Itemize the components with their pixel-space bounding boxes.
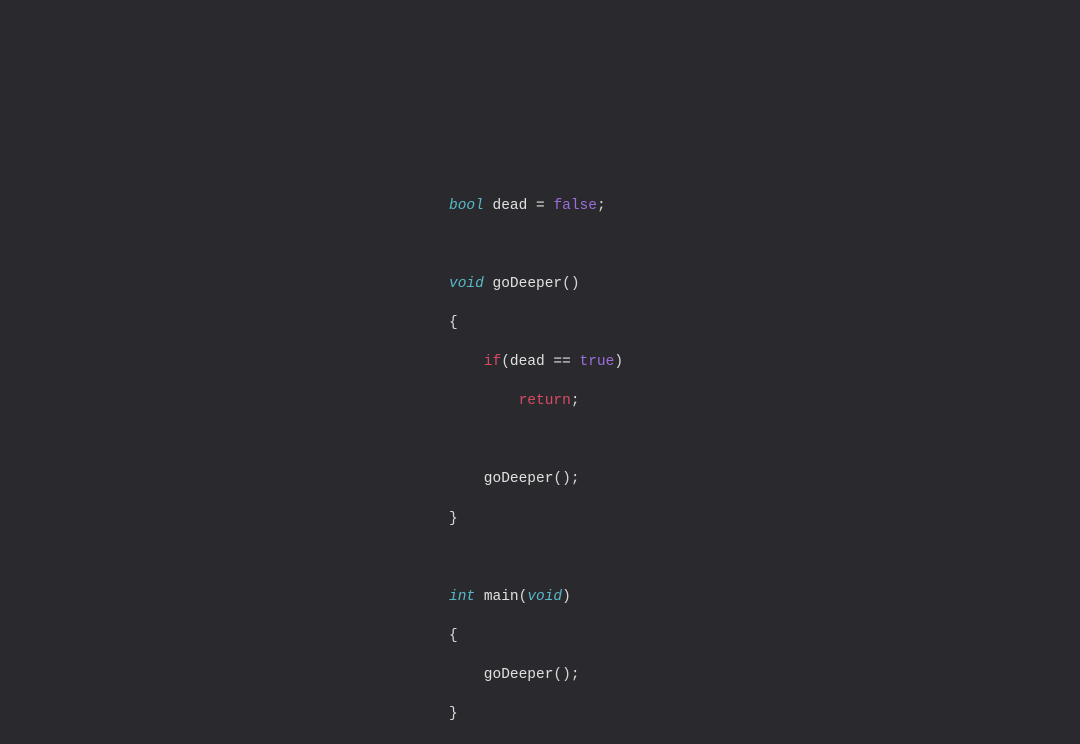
token-keyword: if	[484, 354, 501, 370]
token-ident: goDeeper	[493, 276, 563, 292]
code-line: }	[449, 510, 623, 530]
token-type: bool	[449, 198, 484, 214]
token-brace: {	[449, 315, 458, 331]
token-punct: ;	[571, 393, 580, 409]
token-bool: false	[553, 198, 597, 214]
token-ident: main	[484, 589, 519, 605]
code-line	[449, 236, 623, 256]
code-line: void goDeeper()	[449, 275, 623, 295]
code-line: goDeeper();	[449, 666, 623, 686]
code-line: goDeeper();	[449, 470, 623, 490]
code-line: {	[449, 627, 623, 647]
token-paren: )	[614, 354, 623, 370]
token-ident: goDeeper	[484, 667, 554, 683]
code-line: {	[449, 314, 623, 334]
token-type: void	[527, 589, 562, 605]
token-brace: {	[449, 628, 458, 644]
token-type: void	[449, 276, 484, 292]
token-type: int	[449, 589, 475, 605]
token-punct: ;	[571, 471, 580, 487]
token-paren: )	[562, 471, 571, 487]
token-punct: ;	[597, 198, 606, 214]
token-paren: )	[562, 589, 571, 605]
token-paren: (	[501, 354, 510, 370]
code-line	[449, 431, 623, 451]
token-bool: true	[580, 354, 615, 370]
code-line: bool dead = false;	[449, 197, 623, 217]
token-brace: }	[449, 706, 458, 722]
code-line: int main(void)	[449, 588, 623, 608]
code-line: return;	[449, 392, 623, 412]
token-paren: (	[553, 667, 562, 683]
token-ident: dead	[493, 198, 528, 214]
token-ident: dead	[510, 354, 545, 370]
code-block: bool dead = false; void goDeeper() { if(…	[449, 177, 623, 744]
token-ident: goDeeper	[484, 471, 554, 487]
token-paren: )	[571, 276, 580, 292]
code-line: }	[449, 705, 623, 725]
code-line: if(dead == true)	[449, 353, 623, 373]
token-punct: ;	[571, 667, 580, 683]
token-paren: (	[562, 276, 571, 292]
token-brace: }	[449, 511, 458, 527]
token-op: ==	[553, 354, 570, 370]
code-line	[449, 549, 623, 569]
token-op: =	[536, 198, 545, 214]
token-keyword: return	[519, 393, 571, 409]
token-paren: (	[553, 471, 562, 487]
token-paren: )	[562, 667, 571, 683]
